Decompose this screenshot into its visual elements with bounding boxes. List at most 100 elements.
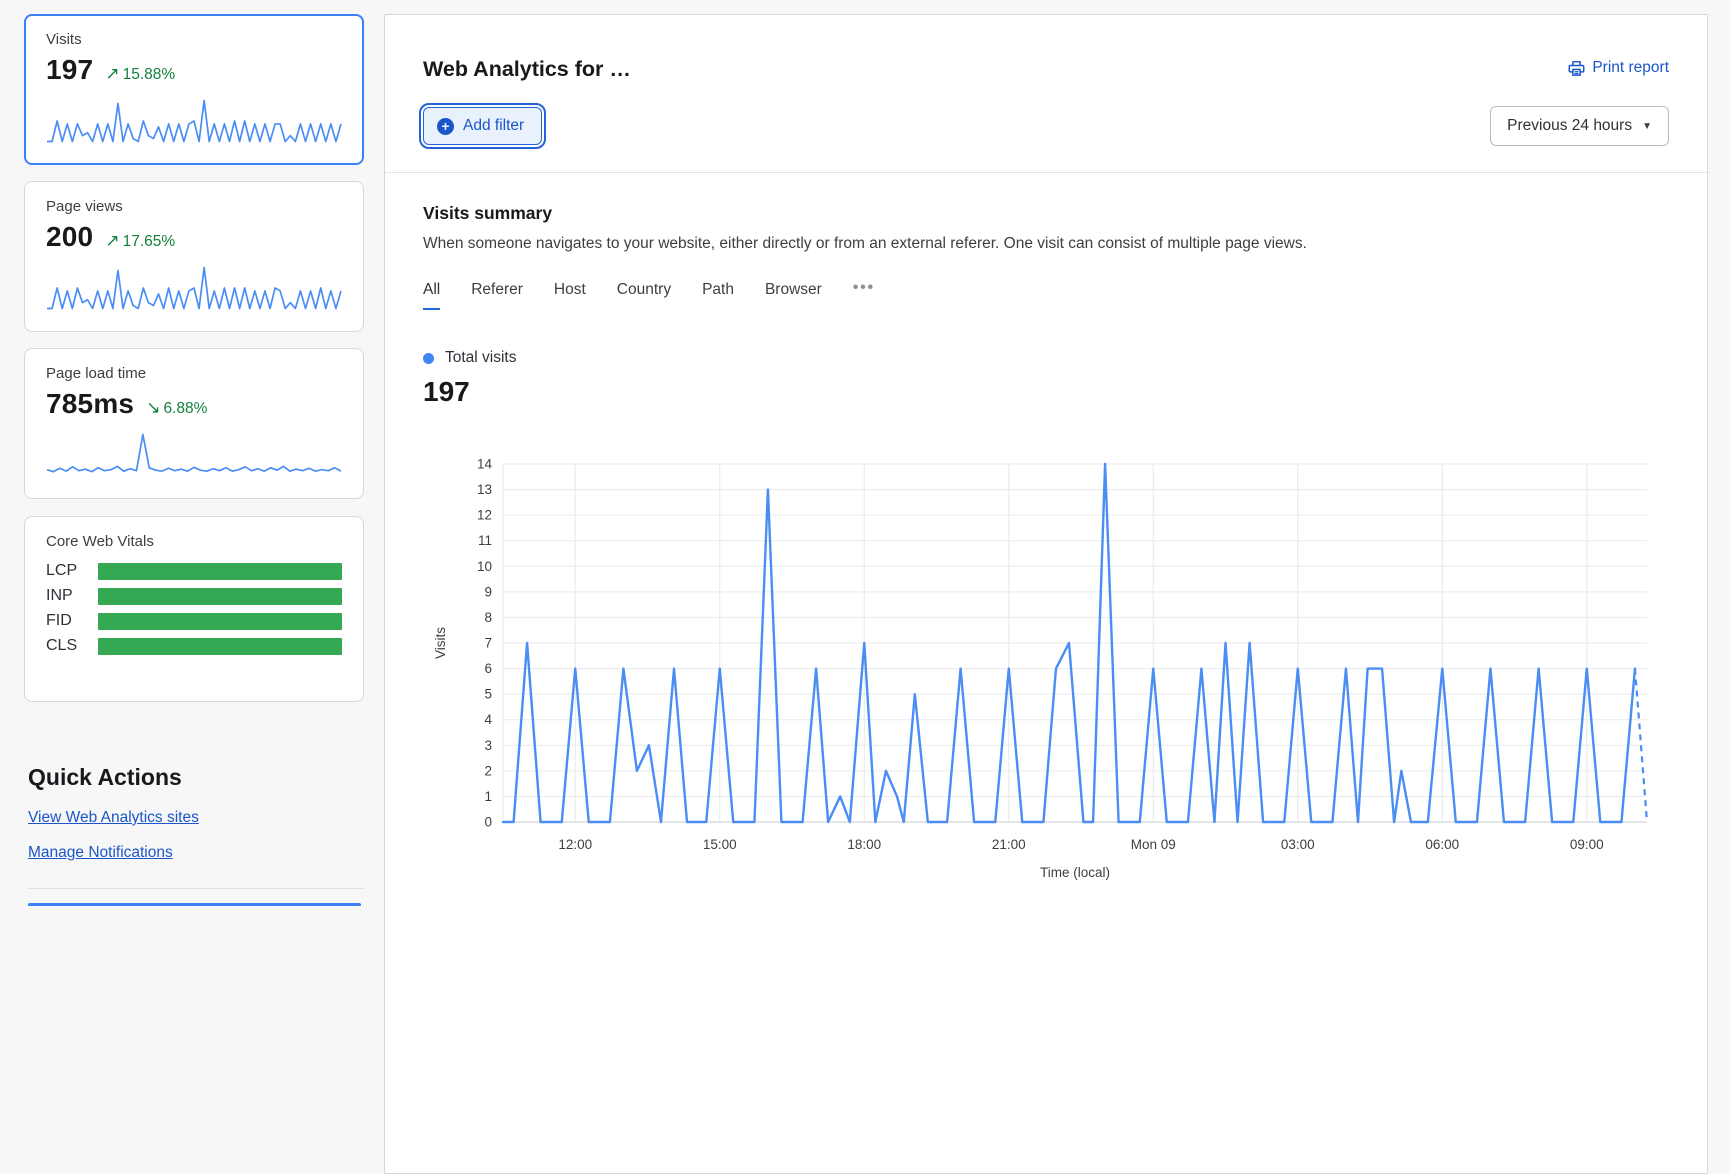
printer-icon: [1568, 60, 1585, 77]
sparkline-path: [47, 268, 341, 309]
svg-text:1: 1: [484, 789, 492, 804]
metric-card-visits[interactable]: Visits 197 ↗15.88%: [24, 14, 364, 165]
page-load-sparkline: [46, 430, 342, 478]
cwv-bar-track: [98, 588, 342, 605]
chevron-down-icon: ▼: [1642, 121, 1652, 132]
visits-line-chart: 0123456789101112131412:0015:0018:0021:00…: [423, 450, 1663, 898]
svg-text:12: 12: [477, 508, 492, 523]
view-web-analytics-sites-link[interactable]: View Web Analytics sites: [28, 809, 364, 827]
web-analytics-panel: Web Analytics for … Print report + Add f…: [384, 14, 1708, 1174]
svg-text:Mon 09: Mon 09: [1131, 837, 1176, 852]
cwv-row-fid: FID: [46, 612, 342, 630]
svg-text:13: 13: [477, 482, 492, 497]
tab-host[interactable]: Host: [554, 281, 586, 310]
cwv-bar-track: [98, 638, 342, 655]
add-filter-label: Add filter: [463, 117, 524, 135]
page-title: Web Analytics for …: [423, 57, 631, 82]
tab-path[interactable]: Path: [702, 281, 734, 310]
trend-badge: ↗17.65%: [105, 231, 175, 251]
svg-text:3: 3: [484, 738, 492, 753]
print-report-link[interactable]: Print report: [1568, 59, 1669, 77]
chart-gridlines: [503, 464, 1647, 822]
trend-percent: 15.88%: [123, 66, 176, 83]
trend-up-icon: ↗: [105, 64, 119, 83]
tab-all[interactable]: All: [423, 281, 440, 310]
partial-bottom-element: [28, 903, 361, 906]
cwv-metric-name: LCP: [46, 562, 98, 580]
svg-text:12:00: 12:00: [558, 837, 592, 852]
trend-badge: ↘6.88%: [146, 398, 207, 418]
sparkline-path: [47, 101, 341, 142]
cwv-bar-track: [98, 613, 342, 630]
cwv-bar-good: [98, 613, 342, 630]
quick-actions: Quick Actions View Web Analytics sites M…: [24, 764, 364, 906]
controls-row: + Add filter Previous 24 hours ▼: [423, 106, 1669, 146]
cwv-metric-name: INP: [46, 587, 98, 605]
cwv-metric-name: CLS: [46, 637, 98, 655]
trend-up-icon: ↗: [105, 231, 119, 250]
cwv-bar-good: [98, 588, 342, 605]
metric-card-page-views[interactable]: Page views 200 ↗17.65%: [24, 181, 364, 332]
time-range-label: Previous 24 hours: [1507, 117, 1632, 135]
add-filter-button[interactable]: + Add filter: [423, 107, 542, 145]
tabs-more-icon[interactable]: •••: [853, 279, 875, 312]
visits-summary-description: When someone navigates to your website, …: [423, 235, 1669, 253]
cwv-metric-name: FID: [46, 612, 98, 630]
svg-text:09:00: 09:00: [1570, 837, 1604, 852]
metric-card-page-load-time[interactable]: Page load time 785ms ↘6.88%: [24, 348, 364, 499]
chart-legend: Total visits: [423, 349, 1669, 367]
visits-summary-title: Visits summary: [423, 203, 1669, 224]
svg-text:8: 8: [484, 610, 492, 625]
trend-down-icon: ↘: [146, 398, 160, 417]
cwv-bar-good: [98, 563, 342, 580]
panel-header: Web Analytics for … Print report: [423, 55, 1669, 82]
visits-chart: 0123456789101112131412:0015:0018:0021:00…: [423, 450, 1669, 903]
svg-text:11: 11: [478, 533, 492, 548]
sparkline-path: [47, 435, 341, 472]
cwv-row-cls: CLS: [46, 637, 342, 655]
header-divider: [385, 172, 1707, 173]
svg-text:14: 14: [477, 457, 493, 472]
legend-dot-icon: [423, 353, 434, 364]
visits-sparkline: [46, 96, 342, 144]
svg-text:18:00: 18:00: [847, 837, 881, 852]
manage-notifications-link[interactable]: Manage Notifications: [28, 844, 364, 862]
svg-text:21:00: 21:00: [992, 837, 1026, 852]
plus-circle-icon: +: [437, 118, 454, 135]
core-web-vitals-card: Core Web Vitals LCP INP FID CLS: [24, 516, 364, 702]
sidebar: Visits 197 ↗15.88% Page views 200 ↗17.65…: [24, 14, 364, 988]
metric-value: 200: [46, 221, 93, 253]
trend-badge: ↗15.88%: [105, 64, 175, 84]
cwv-bar-track: [98, 563, 342, 580]
metric-value: 785ms: [46, 388, 134, 420]
legend-label: Total visits: [445, 349, 517, 367]
svg-text:2: 2: [484, 763, 492, 778]
cwv-bar-good: [98, 638, 342, 655]
svg-text:10: 10: [477, 559, 492, 574]
svg-text:9: 9: [484, 584, 492, 599]
svg-text:Time (local): Time (local): [1040, 865, 1110, 880]
tab-referer[interactable]: Referer: [471, 281, 523, 310]
trend-percent: 6.88%: [163, 400, 207, 417]
trend-percent: 17.65%: [123, 233, 176, 250]
metric-label: Page load time: [46, 365, 342, 382]
visits-summary-section: Visits summary When someone navigates to…: [423, 203, 1669, 903]
svg-text:06:00: 06:00: [1425, 837, 1459, 852]
sidebar-divider: [28, 888, 364, 889]
metric-label: Page views: [46, 198, 342, 215]
cwv-row-inp: INP: [46, 587, 342, 605]
core-web-vitals-rows: LCP INP FID CLS: [46, 562, 342, 655]
tab-country[interactable]: Country: [617, 281, 671, 310]
svg-text:03:00: 03:00: [1281, 837, 1315, 852]
svg-text:4: 4: [484, 712, 492, 727]
svg-text:7: 7: [484, 636, 492, 651]
svg-text:15:00: 15:00: [703, 837, 737, 852]
total-visits-value: 197: [423, 376, 1669, 408]
tab-browser[interactable]: Browser: [765, 281, 822, 310]
svg-text:5: 5: [484, 687, 492, 702]
svg-text:6: 6: [484, 661, 492, 676]
metric-value: 197: [46, 54, 93, 86]
time-range-dropdown[interactable]: Previous 24 hours ▼: [1490, 106, 1669, 146]
core-web-vitals-label: Core Web Vitals: [46, 533, 342, 550]
dimension-tabs: All Referer Host Country Path Browser ••…: [423, 279, 1669, 312]
